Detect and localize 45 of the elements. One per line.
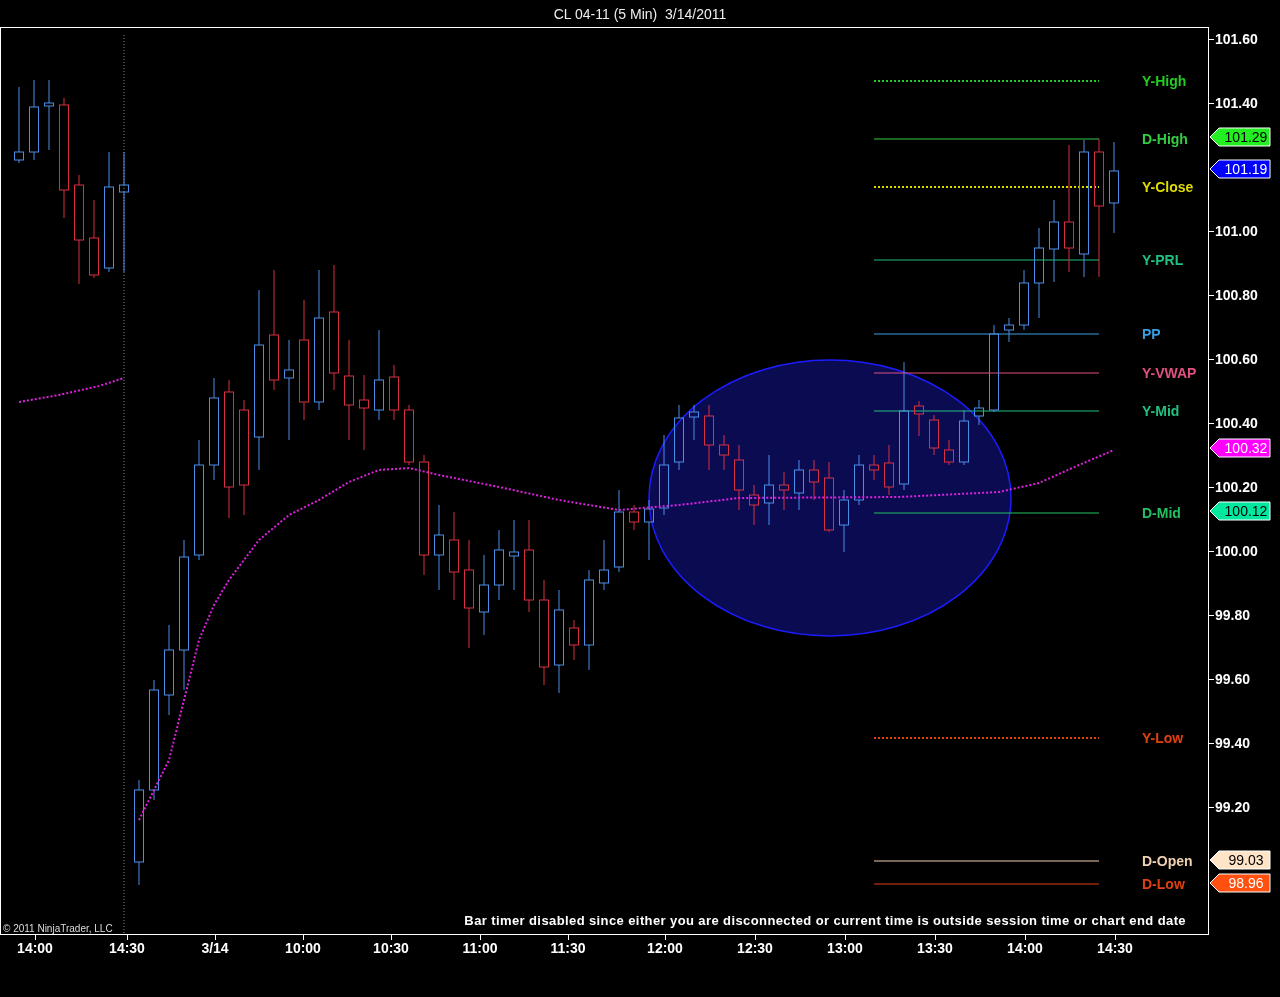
time-tick-label: 10:30 (373, 940, 409, 956)
price-badge: 99.03 (1209, 850, 1271, 870)
price-badge: 101.29 (1209, 127, 1271, 147)
time-tick-label: 13:30 (917, 940, 953, 956)
price-tick-label: 101.40 (1215, 95, 1258, 111)
price-tick-label: 101.60 (1215, 31, 1258, 47)
level-label: Y-Close (1142, 179, 1194, 195)
level-label: Y-Low (1142, 730, 1184, 746)
chart-title: CL 04-11 (5 Min) 3/14/2011 (552, 4, 728, 24)
level-label: PP (1142, 326, 1161, 342)
level-label: D-Open (1142, 853, 1193, 869)
price-tick-label: 100.00 (1215, 543, 1258, 559)
price-tick-label: 100.20 (1215, 479, 1258, 495)
price-tick-label: 100.40 (1215, 415, 1258, 431)
time-tick-label: 14:00 (17, 940, 53, 956)
level-label: Y-High (1142, 73, 1187, 89)
copyright-text: © 2011 NinjaTrader, LLC (3, 923, 113, 934)
level-label: D-Low (1142, 876, 1185, 892)
time-tick-label: 14:00 (1007, 940, 1043, 956)
price-tick-label: 100.80 (1215, 287, 1258, 303)
level-label: D-High (1142, 131, 1188, 147)
time-tick-label: 3/14 (201, 940, 229, 956)
time-tick-label: 12:30 (737, 940, 773, 956)
time-tick-label: 11:00 (462, 940, 498, 956)
time-tick-label: 14:30 (1097, 940, 1133, 956)
price-badge: 100.12 (1209, 501, 1271, 521)
price-tick-label: 99.40 (1215, 735, 1251, 751)
price-tick-label: 99.80 (1215, 607, 1251, 623)
bar-timer-message: Bar timer disabled since either you are disconnected or current time is outside session time or chart end date (464, 913, 1186, 928)
price-tick-label: 99.60 (1215, 671, 1251, 687)
level-label: Y-PRL (1142, 252, 1184, 268)
price-badge: 100.32 (1209, 438, 1271, 458)
level-label: Y-Mid (1142, 403, 1180, 419)
price-tick-label: 101.00 (1215, 223, 1258, 239)
price-tick-label: 100.60 (1215, 351, 1258, 367)
time-tick-label: 12:00 (647, 940, 683, 956)
time-tick-label: 14:30 (109, 940, 145, 956)
time-tick-label: 10:00 (285, 940, 321, 956)
time-tick-label: 11:30 (550, 940, 586, 956)
price-tick-label: 99.20 (1215, 799, 1251, 815)
price-badge: 101.19 (1209, 159, 1271, 179)
level-label: Y-VWAP (1142, 365, 1197, 381)
price-badge: 98.96 (1209, 873, 1271, 893)
time-tick-label: 13:00 (827, 940, 863, 956)
level-label: D-Mid (1142, 505, 1181, 521)
